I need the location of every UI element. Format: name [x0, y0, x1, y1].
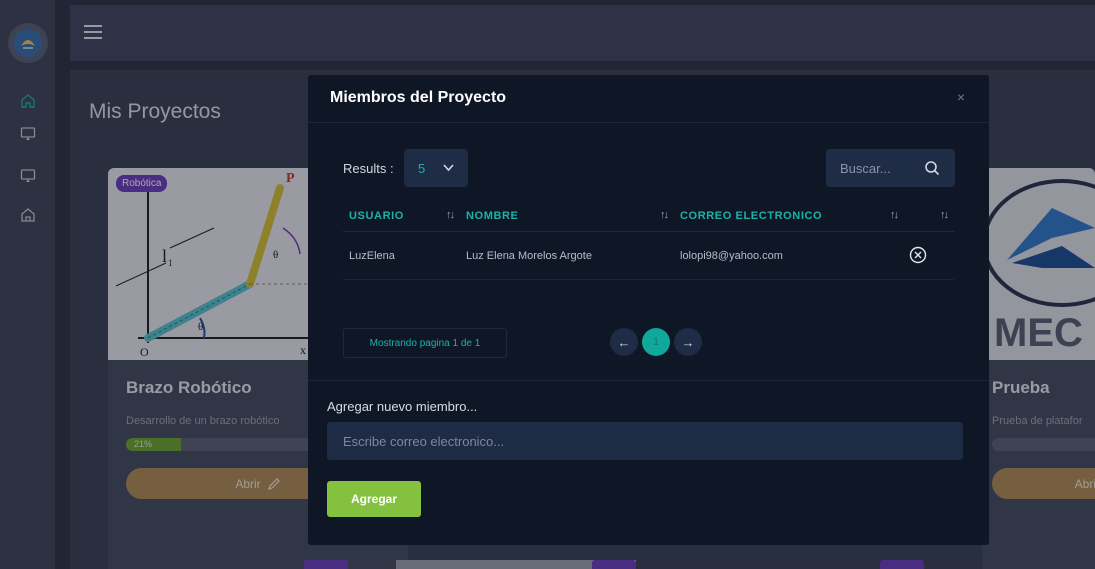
sort-icon[interactable]: ↑↓ — [940, 209, 949, 221]
add-member-button[interactable]: Agregar — [327, 481, 421, 517]
cell-usuario: LuzElena — [349, 250, 395, 262]
close-icon[interactable]: × — [957, 89, 965, 105]
column-header-usuario[interactable]: USUARIO — [349, 210, 404, 222]
sort-icon[interactable]: ↑↓ — [446, 209, 455, 221]
paging-info: Mostrando pagina 1 de 1 — [343, 328, 507, 358]
column-header-correo[interactable]: CORREO ELECTRONICO — [680, 210, 822, 222]
members-table: USUARIO ↑↓ NOMBRE ↑↓ CORREO ELECTRONICO … — [343, 199, 954, 280]
search-icon[interactable] — [924, 160, 940, 176]
chevron-down-icon — [443, 164, 454, 172]
prev-page-button[interactable]: ← — [610, 328, 638, 356]
results-value: 5 — [418, 160, 426, 176]
modal-header: Miembros del Proyecto × — [308, 75, 989, 123]
cell-correo: lolopi98@yahoo.com — [680, 250, 783, 262]
members-modal: Miembros del Proyecto × Results : 5 USUA… — [308, 75, 989, 545]
add-member-label: Agregar nuevo miembro... — [327, 399, 478, 414]
page-1-button[interactable]: 1 — [642, 328, 670, 356]
sort-icon[interactable]: ↑↓ — [890, 209, 899, 221]
add-member-email-input[interactable] — [327, 422, 963, 460]
results-per-page-select[interactable]: 5 — [404, 149, 468, 187]
search-input[interactable] — [826, 149, 924, 187]
results-label: Results : — [343, 161, 394, 176]
sort-icon[interactable]: ↑↓ — [660, 209, 669, 221]
remove-member-icon[interactable] — [909, 246, 927, 264]
next-page-button[interactable]: → — [674, 328, 702, 356]
pagination: ← 1 → — [610, 328, 702, 356]
table-header: USUARIO ↑↓ NOMBRE ↑↓ CORREO ELECTRONICO … — [343, 199, 954, 232]
table-row: LuzElena Luz Elena Morelos Argote lolopi… — [343, 232, 954, 280]
cell-nombre: Luz Elena Morelos Argote — [466, 250, 592, 262]
search-box — [826, 149, 955, 187]
modal-title: Miembros del Proyecto — [330, 89, 507, 106]
column-header-nombre[interactable]: NOMBRE — [466, 210, 519, 222]
divider — [308, 380, 989, 381]
